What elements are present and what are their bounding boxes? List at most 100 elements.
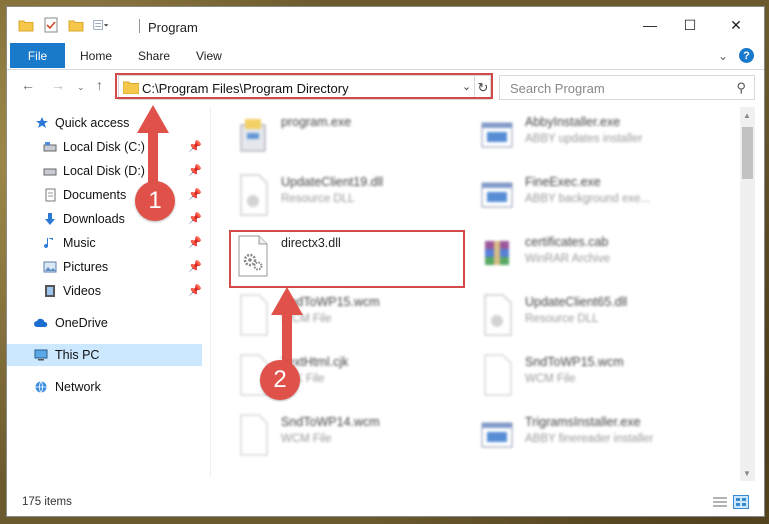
large-icons-view-icon[interactable] xyxy=(733,495,749,509)
forward-button[interactable]: → xyxy=(51,77,65,93)
nav-item-this-pc[interactable]: This PC xyxy=(7,344,202,366)
file-item[interactable]: program.exe xyxy=(235,109,475,163)
address-highlight-box xyxy=(115,73,493,99)
step1-marker: 1 xyxy=(135,181,175,221)
pin-icon: 📌 xyxy=(188,213,202,225)
navigation-pane: Quick access Local Disk (C:) 📌 Local Dis… xyxy=(7,107,207,497)
search-input[interactable]: Search Program xyxy=(510,81,605,96)
blank-file-icon xyxy=(240,294,268,336)
file-description: Resource DLL xyxy=(281,193,355,205)
cloud-icon xyxy=(34,318,48,327)
file-item[interactable]: certificates.cab WinRAR Archive xyxy=(479,229,719,283)
tab-file[interactable]: File xyxy=(10,43,65,68)
nav-item-music[interactable]: Music 📌 xyxy=(7,232,202,254)
up-button[interactable]: ↑ xyxy=(96,77,103,93)
expand-ribbon-icon[interactable]: ⌄ xyxy=(718,49,728,63)
nav-item-network[interactable]: Network xyxy=(7,376,202,398)
tab-share[interactable]: Share xyxy=(138,49,170,63)
file-item[interactable]: FineExec.exe ABBY background exe... xyxy=(479,169,719,223)
dll-icon xyxy=(484,294,512,336)
app-window-icon xyxy=(481,122,513,148)
file-description: ABBY finereader installer xyxy=(525,433,654,445)
window-title: Program xyxy=(148,20,198,35)
help-button[interactable]: ? xyxy=(739,48,754,63)
file-item[interactable]: TrigramsInstaller.exe ABBY finereader in… xyxy=(479,409,719,463)
nav-item-quick-access[interactable]: Quick access xyxy=(7,112,202,134)
file-name: program.exe xyxy=(281,115,352,129)
nav-item-videos[interactable]: Videos 📌 xyxy=(7,280,202,302)
scroll-up-arrow-icon[interactable]: ▲ xyxy=(743,111,751,120)
network-icon xyxy=(35,381,47,393)
file-item[interactable]: SndToWP15.wcm WCM File xyxy=(479,349,719,403)
pin-icon: 📌 xyxy=(188,189,202,201)
nav-label: Videos xyxy=(63,284,101,298)
nav-item-local-disk-d[interactable]: Local Disk (D:) 📌 xyxy=(7,160,202,182)
nav-label: Network xyxy=(55,380,101,394)
item-count: 175 items xyxy=(22,496,72,508)
maximize-button[interactable]: ☐ xyxy=(667,7,713,43)
explorer-window: Program — ☐ ✕ File Home Share View ⌄ ? ←… xyxy=(7,7,764,516)
nav-label: Downloads xyxy=(63,212,125,226)
nav-label: Quick access xyxy=(55,116,130,130)
computer-icon xyxy=(34,349,48,361)
file-name: UpdateClient19.dll xyxy=(281,175,384,189)
archive-icon xyxy=(485,241,509,265)
download-icon xyxy=(45,213,55,225)
app-window-icon xyxy=(481,422,513,448)
step2-marker: 2 xyxy=(260,360,300,400)
pin-icon: 📌 xyxy=(188,165,202,177)
file-item[interactable]: UpdateClient19.dll Resource DLL xyxy=(235,169,475,223)
vertical-scrollbar[interactable]: ▲ ▼ xyxy=(740,107,755,481)
file-item[interactable]: UpdateClient65.dll Resource DLL xyxy=(479,289,719,343)
nav-label: Music xyxy=(63,236,96,250)
nav-label: Documents xyxy=(63,188,127,202)
scroll-down-arrow-icon[interactable]: ▼ xyxy=(743,469,751,478)
pin-icon: 📌 xyxy=(188,261,202,273)
nav-label: Local Disk (C:) xyxy=(63,140,145,154)
title-bar: Program — ☐ ✕ xyxy=(7,7,764,43)
ribbon-tabs: File Home Share View ⌄ xyxy=(7,43,764,69)
file-description: Resource DLL xyxy=(525,313,599,325)
close-button[interactable]: ✕ xyxy=(713,7,759,43)
blank-file-icon xyxy=(240,414,268,456)
file-item[interactable]: AbbyInstaller.exe ABBY updates installer xyxy=(479,109,719,163)
documents-icon xyxy=(45,188,56,202)
nav-label: This PC xyxy=(55,348,100,362)
scrollbar-thumb[interactable] xyxy=(742,127,753,179)
file-name: certificates.cab xyxy=(525,235,609,249)
file-description: ABBY updates installer xyxy=(525,133,643,145)
search-icon[interactable]: ⚲ xyxy=(736,80,746,96)
tab-home[interactable]: Home xyxy=(80,49,112,63)
file-description: WCM File xyxy=(281,433,332,445)
status-bar: 175 items xyxy=(7,491,764,516)
file-name: TrigramsInstaller.exe xyxy=(525,415,641,429)
file-name: AbbyInstaller.exe xyxy=(525,115,621,129)
drive-icon xyxy=(43,142,57,152)
nav-item-local-disk-c[interactable]: Local Disk (C:) 📌 xyxy=(7,136,202,158)
ribbon-divider xyxy=(7,69,764,70)
recent-locations-button[interactable]: ⌄ xyxy=(77,82,85,93)
drive-icon xyxy=(43,168,57,176)
file-item[interactable]: SndToWP14.wcm WCM File xyxy=(235,409,475,463)
search-box[interactable]: Search Program ⚲ xyxy=(499,75,755,100)
videos-icon xyxy=(45,285,55,297)
nav-item-pictures[interactable]: Pictures 📌 xyxy=(7,256,202,278)
file-name: SndToWP15.wcm xyxy=(525,355,624,369)
properties-icon[interactable] xyxy=(43,17,59,33)
file-description: WCM File xyxy=(525,373,576,385)
new-folder-icon[interactable] xyxy=(68,17,84,33)
pin-icon: 📌 xyxy=(188,285,202,297)
exe-installer-icon xyxy=(240,119,266,152)
pin-icon: 📌 xyxy=(188,141,202,153)
nav-label: OneDrive xyxy=(55,316,108,330)
tab-view[interactable]: View xyxy=(196,49,222,63)
back-button[interactable]: ← xyxy=(21,77,35,93)
details-view-icon[interactable] xyxy=(712,495,728,509)
file-description: ABBY background exe... xyxy=(525,193,651,205)
customize-toolbar-icon[interactable] xyxy=(93,17,109,33)
title-separator xyxy=(139,19,140,33)
nav-item-downloads[interactable]: Downloads 📌 xyxy=(7,208,202,230)
pin-icon: 📌 xyxy=(188,237,202,249)
music-icon xyxy=(44,238,53,249)
nav-item-onedrive[interactable]: OneDrive xyxy=(7,312,202,334)
